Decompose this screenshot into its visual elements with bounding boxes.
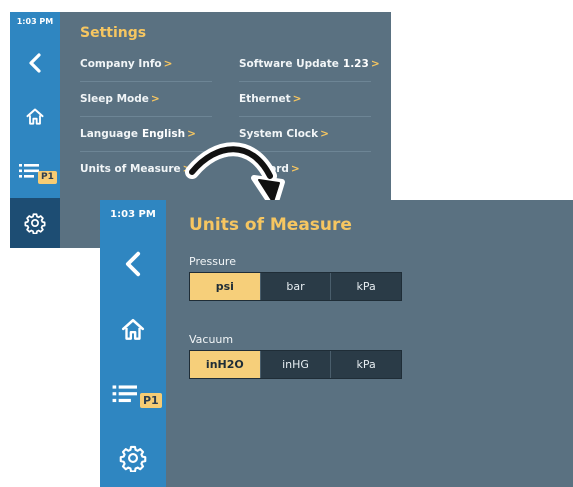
vacuum-label: Vacuum (189, 333, 234, 346)
home-icon (121, 318, 145, 340)
menu-label: Software Update (239, 58, 339, 70)
vacuum-option-inh2o[interactable]: inH2O (190, 351, 260, 378)
menu-label: Language (80, 128, 138, 140)
menu-label: Company Info (80, 58, 162, 70)
program-badge: P1 (38, 171, 57, 184)
page-title: Units of Measure (189, 215, 352, 235)
chevron-right-icon: > (370, 58, 380, 70)
back-button[interactable] (10, 48, 60, 78)
pressure-option-psi[interactable]: psi (190, 273, 260, 300)
menu-software-update[interactable]: Software Update 1.23 > (239, 47, 380, 82)
chevron-right-icon: > (290, 163, 300, 175)
chevron-right-icon: > (320, 128, 329, 140)
chevron-right-icon: > (292, 93, 302, 105)
home-button[interactable] (100, 312, 166, 348)
chevron-right-icon: > (163, 58, 173, 70)
gear-icon (119, 445, 147, 472)
menu-label: Ethernet (239, 93, 291, 105)
clock-time: 1:03 PM (110, 209, 156, 220)
menu-label: Units of Measure (80, 163, 181, 175)
menu-sleep-mode[interactable]: Sleep Mode > (80, 82, 212, 117)
back-button[interactable] (100, 246, 166, 282)
home-icon (26, 108, 44, 125)
settings-title: Settings (80, 25, 147, 41)
pressure-unit-selector: psi bar kPa (189, 272, 402, 301)
gear-icon (24, 213, 46, 234)
menu-company-info[interactable]: Company Info > (80, 47, 212, 82)
chevron-right-icon: > (150, 93, 160, 105)
menu-ethernet[interactable]: Ethernet > (239, 82, 371, 117)
menu-label: Sleep Mode (80, 93, 149, 105)
chevron-left-icon (29, 53, 41, 73)
pressure-label: Pressure (189, 255, 236, 268)
clock-time: 1:03 PM (16, 17, 54, 26)
vacuum-unit-selector: inH2O inHG kPa (189, 350, 402, 379)
settings-button[interactable] (10, 198, 60, 248)
uom-sidebar: 1:03 PM P1 (100, 200, 166, 487)
program-badge: P1 (140, 393, 162, 408)
vacuum-option-kpa[interactable]: kPa (330, 351, 401, 378)
program-list-button[interactable]: P1 (10, 159, 60, 189)
units-of-measure-screen: 1:03 PM P1 Units of Measure Pressure psi… (100, 200, 573, 487)
menu-value: 1.23 (342, 58, 369, 70)
program-list-button[interactable]: P1 (100, 378, 166, 418)
chevron-left-icon (125, 251, 141, 277)
menu-value: English (141, 128, 186, 140)
pressure-option-kpa[interactable]: kPa (330, 273, 401, 300)
settings-button[interactable] (100, 438, 166, 478)
list-icon (112, 385, 137, 403)
settings-sidebar: 1:03 PM P1 (10, 12, 60, 248)
pressure-option-bar[interactable]: bar (259, 273, 331, 300)
home-button[interactable] (10, 102, 60, 132)
vacuum-option-inhg[interactable]: inHG (259, 351, 331, 378)
